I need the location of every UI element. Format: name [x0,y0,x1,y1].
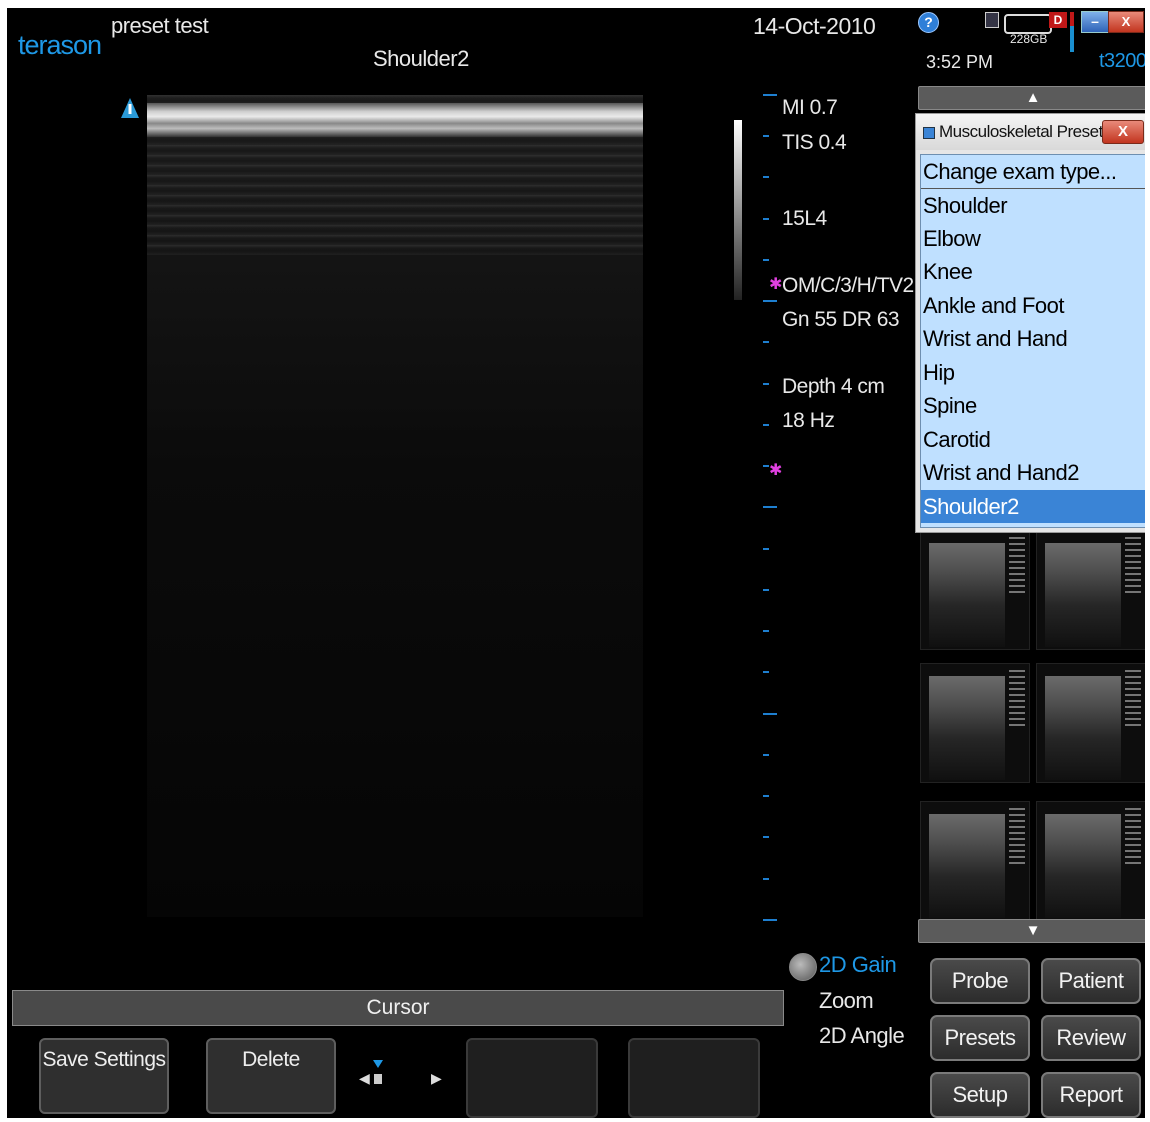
dialog-close-button[interactable]: X [1102,120,1144,144]
probe-connector-icon [1070,12,1074,52]
cursor-bar[interactable]: Cursor [12,990,784,1026]
depth-tick [763,795,769,797]
probe-button[interactable]: Probe [930,958,1030,1004]
depth-tick [763,548,769,550]
window-icon [923,127,935,139]
preset-item-hip[interactable]: Hip [921,356,1145,389]
image-thumbnail[interactable] [920,663,1030,783]
zoom-label[interactable]: Zoom [819,988,874,1014]
preset-item-ankle-foot[interactable]: Ankle and Foot [921,289,1145,322]
depth-tick [763,713,777,715]
image-thumbnail[interactable] [1036,663,1145,783]
preset-item-elbow[interactable]: Elbow [921,222,1145,255]
gain-dr-value: Gn 55 DR 63 [782,308,900,331]
disk-d-icon: D [1049,12,1067,28]
depth-tick [763,135,769,137]
preset-item-change-exam[interactable]: Change exam type... [921,155,1145,189]
setup-button[interactable]: Setup [930,1072,1030,1118]
orientation-marker-icon [121,98,139,118]
help-icon[interactable]: ? [918,12,939,33]
ultrasound-image[interactable] [147,95,643,917]
preset-item-wrist-hand[interactable]: Wrist and Hand [921,322,1145,355]
terason-logo: terason [18,30,102,60]
depth-scale [763,88,777,928]
depth-value: Depth 4 cm [782,375,885,398]
imaging-mode: OM/C/3/H/TV2 [782,274,914,297]
angle-2d-label[interactable]: 2D Angle [819,1023,905,1049]
depth-tick [763,919,777,921]
image-thumbnail[interactable] [1036,530,1145,650]
scroll-up-button[interactable]: ▲ [918,86,1145,110]
preset-item-spine[interactable]: Spine [921,389,1145,422]
depth-tick [763,383,769,385]
depth-tick [763,589,769,591]
top-bar: terason preset test Shoulder2 14-Oct-201… [7,8,1145,80]
time-display: 3:52 PM [926,52,994,72]
depth-tick [763,259,769,261]
network-icon [985,12,999,28]
storage-label: 228GB [1010,32,1048,46]
depth-tick [763,878,769,880]
preset-item-shoulder[interactable]: Shoulder [921,189,1145,222]
patient-button[interactable]: Patient [1041,958,1141,1004]
minimize-button[interactable]: – [1081,11,1109,33]
gain-dial-icon[interactable] [789,953,817,981]
skin-line [147,103,643,137]
depth-tick [763,94,777,96]
tis-value: TIS 0.4 [782,131,847,154]
dialog-title-bar: Musculoskeletal Presets X [916,114,1145,150]
preset-name: preset test [111,13,209,38]
presets-button[interactable]: Presets [930,1015,1030,1061]
depth-tick [763,300,777,302]
scroll-down-button[interactable]: ▼ [918,919,1145,943]
depth-tick [763,506,777,508]
focus-marker-icon[interactable]: ✱ [769,274,782,294]
depth-tick [763,671,769,673]
page-indicator-icon [373,1060,383,1088]
image-thumbnail[interactable] [920,801,1030,921]
empty-soft-button-1[interactable] [466,1038,598,1118]
save-settings-button[interactable]: Save Settings [39,1038,169,1114]
dialog-title: Musculoskeletal Presets [939,122,1111,141]
page-right-icon[interactable]: ▶ [431,1070,442,1087]
grayscale-bar [734,120,742,300]
ultrasound-app: terason preset test Shoulder2 14-Oct-201… [7,8,1145,1118]
depth-tick [763,341,769,343]
probe-model: 15L4 [782,207,827,230]
report-button[interactable]: Report [1041,1072,1141,1118]
depth-tick [763,218,769,220]
depth-tick [763,176,769,178]
image-thumbnail[interactable] [1036,801,1145,921]
model-label: t3200 [1099,50,1145,72]
gain-2d-label[interactable]: 2D Gain [819,952,897,978]
mi-value: MI 0.7 [782,96,838,119]
preset-item-shoulder2[interactable]: Shoulder2 [921,490,1145,523]
depth-tick [763,754,769,756]
frame-rate: 18 Hz [782,409,835,432]
depth-tick [763,836,769,838]
review-button[interactable]: Review [1041,1015,1141,1061]
depth-tick [763,630,769,632]
empty-soft-button-2[interactable] [628,1038,760,1118]
preset-item-wrist-hand2[interactable]: Wrist and Hand2 [921,456,1145,489]
presets-list: Change exam type... Shoulder Elbow Knee … [920,154,1145,528]
exam-name: Shoulder2 [373,46,469,71]
focus-marker-icon[interactable]: ✱ [769,460,782,480]
preset-item-knee[interactable]: Knee [921,255,1145,288]
storage-icon [1004,14,1052,34]
presets-dialog: Musculoskeletal Presets X Change exam ty… [915,113,1145,533]
delete-button[interactable]: Delete [206,1038,336,1114]
date-display: 14-Oct-2010 [753,13,876,39]
page-left-icon[interactable]: ◀ [359,1070,370,1087]
depth-tick [763,424,769,426]
window-close-button[interactable]: X [1108,11,1144,33]
preset-item-carotid[interactable]: Carotid [921,423,1145,456]
image-thumbnail[interactable] [920,530,1030,650]
